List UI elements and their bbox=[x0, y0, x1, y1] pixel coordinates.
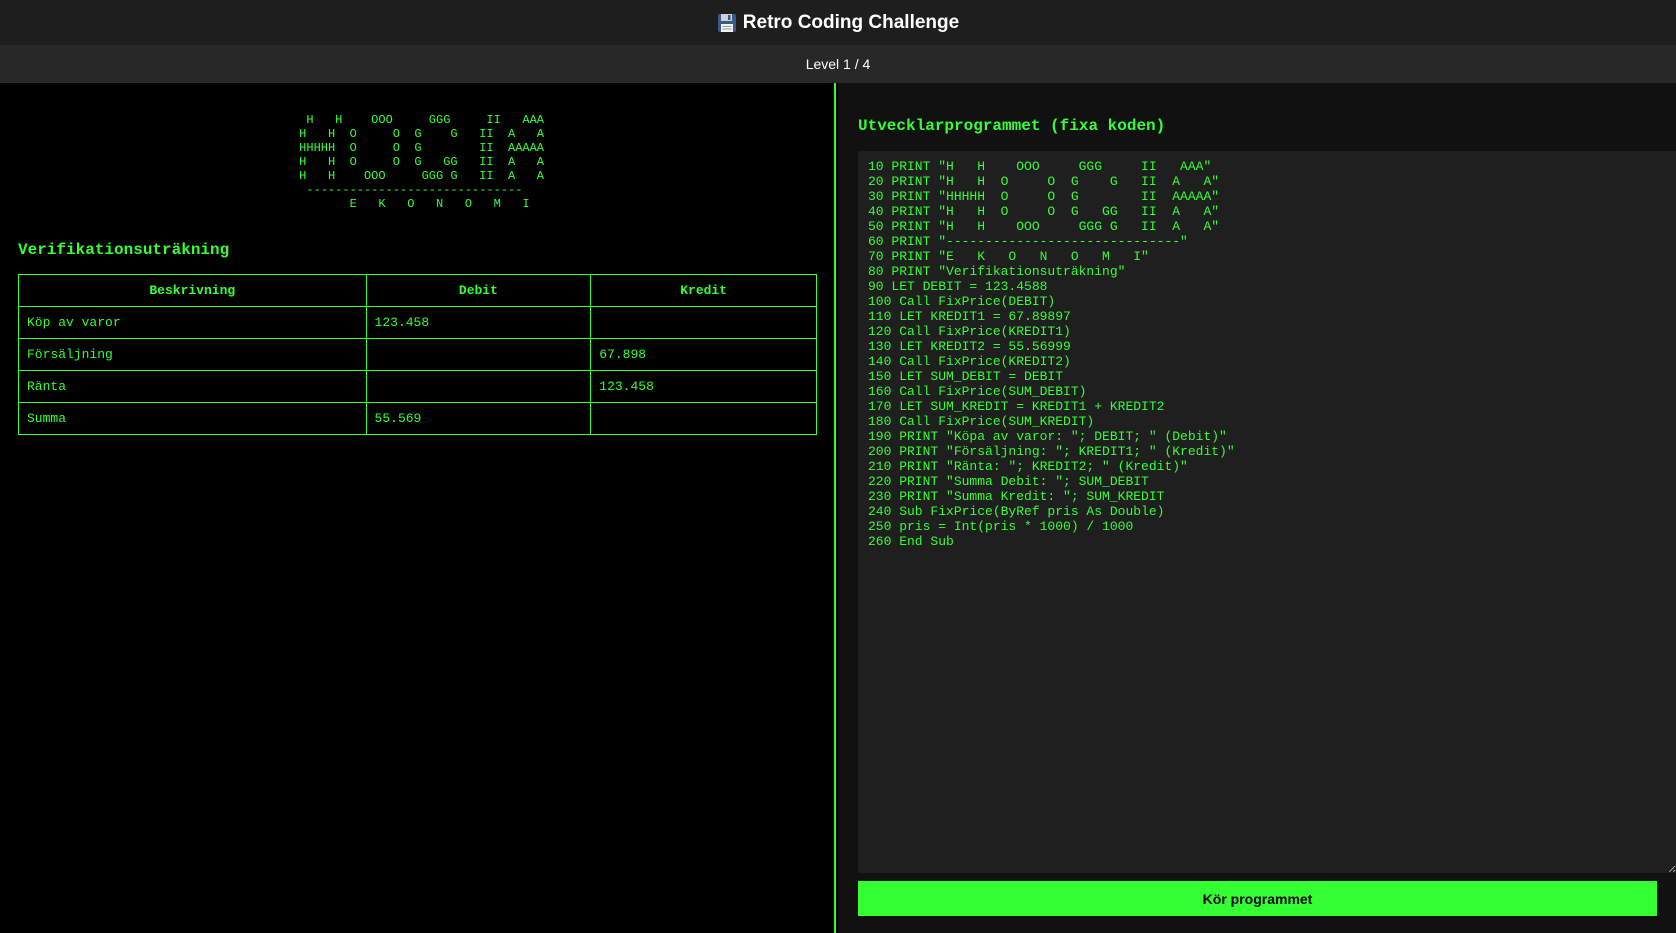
cell-credit: 123.458 bbox=[590, 370, 817, 403]
cell-debit: 123.458 bbox=[365, 306, 592, 339]
table-row: Köp av varor 123.458 bbox=[18, 306, 817, 339]
cell-description: Ränta bbox=[18, 370, 367, 403]
app-header: Retro Coding Challenge bbox=[0, 0, 1676, 45]
section-title: Verifikationsuträkning bbox=[18, 241, 230, 259]
floppy-disk-icon bbox=[717, 13, 736, 32]
level-indicator: Level 1 / 4 bbox=[0, 45, 1676, 83]
cell-credit bbox=[590, 402, 817, 435]
code-editor[interactable]: 10 PRINT "H H OOO GGG II AAA" 20 PRINT "… bbox=[858, 151, 1676, 873]
table-row: Summa 55.569 bbox=[18, 402, 817, 435]
level-text: Level 1 / 4 bbox=[805, 56, 871, 72]
cell-description: Försäljning bbox=[18, 338, 367, 371]
developer-panel: Utvecklarprogrammet (fixa koden) 10 PRIN… bbox=[838, 83, 1676, 933]
editor-title: Utvecklarprogrammet (fixa koden) bbox=[858, 117, 1166, 135]
table-header-row: Beskrivning Debit Kredit bbox=[18, 274, 817, 307]
cell-debit bbox=[365, 338, 592, 371]
run-program-button[interactable]: Kör programmet bbox=[858, 881, 1657, 916]
cell-credit: 67.898 bbox=[590, 338, 817, 371]
ascii-logo-container: H H OOO GGG II AAA H H O O G G II A A HH… bbox=[0, 113, 836, 211]
cell-description: Summa bbox=[18, 402, 367, 435]
verification-table: Beskrivning Debit Kredit Köp av varor 12… bbox=[18, 274, 817, 435]
column-header-debit: Debit bbox=[365, 274, 592, 307]
cell-debit: 55.569 bbox=[365, 402, 592, 435]
column-header-credit: Kredit bbox=[590, 274, 817, 307]
column-header-description: Beskrivning bbox=[18, 274, 367, 307]
cell-description: Köp av varor bbox=[18, 306, 367, 339]
ascii-logo: H H OOO GGG II AAA H H O O G G II A A HH… bbox=[299, 113, 545, 211]
cell-debit bbox=[365, 370, 592, 403]
output-panel: H H OOO GGG II AAA H H O O G G II A A HH… bbox=[0, 83, 836, 933]
table-row: Ränta 123.458 bbox=[18, 370, 817, 403]
table-row: Försäljning 67.898 bbox=[18, 338, 817, 371]
app-title: Retro Coding Challenge bbox=[742, 11, 960, 33]
cell-credit bbox=[590, 306, 817, 339]
